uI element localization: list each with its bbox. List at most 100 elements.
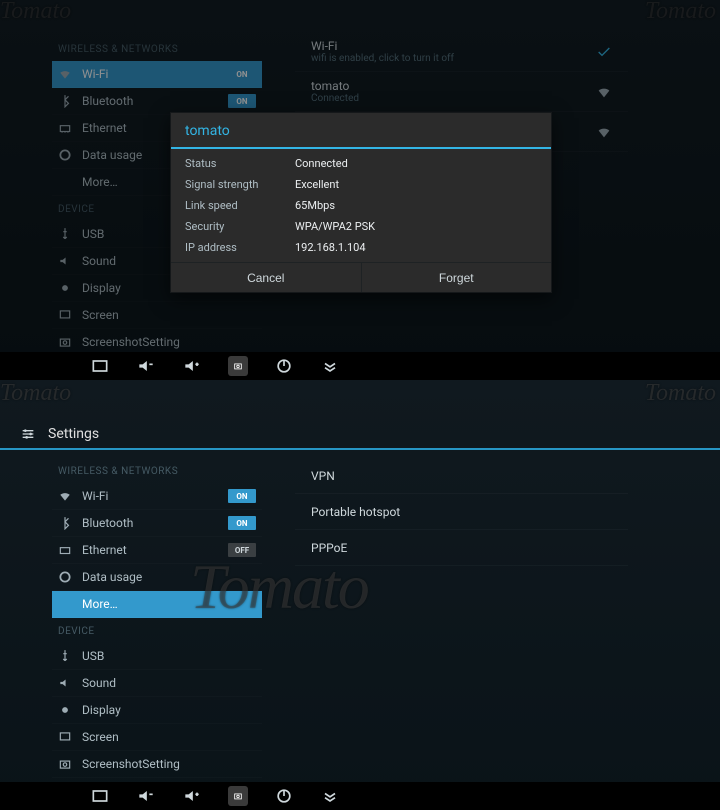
watermark: Tomato — [645, 0, 716, 25]
sidebar-item-usb[interactable]: USB — [52, 643, 262, 670]
data-usage-icon — [58, 570, 72, 584]
sidebar-item-label: Screen — [82, 730, 119, 744]
sidebar-item-label: Bluetooth — [82, 94, 133, 108]
sidebar-item-label: Bluetooth — [82, 516, 133, 530]
sidebar-item-screen[interactable]: Screen — [52, 302, 262, 329]
sidebar-item-bluetooth[interactable]: Bluetooth ON — [52, 88, 262, 115]
display-icon — [58, 703, 72, 717]
screenshot-icon[interactable] — [228, 786, 248, 806]
recent-apps-icon[interactable] — [90, 356, 110, 376]
sidebar-item-sound[interactable]: Sound — [52, 670, 262, 697]
wifi-row-sub: Connected — [311, 93, 359, 104]
wifi-details-dialog: tomato Status Connected Signal strength … — [170, 112, 552, 293]
more-settings-list: VPN Portable hotspot PPPoE — [295, 458, 628, 566]
wifi-network-row[interactable]: tomato Connected — [295, 72, 628, 112]
sidebar-item-label: Ethernet — [82, 121, 127, 135]
sidebar-item-label: Display — [82, 703, 121, 717]
dialog-key: Security — [185, 220, 295, 233]
dialog-key: Status — [185, 157, 295, 170]
more-row-vpn[interactable]: VPN — [295, 458, 628, 494]
screenshot-icon[interactable] — [228, 356, 248, 376]
more-row-title: Portable hotspot — [311, 505, 400, 519]
screen-icon — [58, 730, 72, 744]
sidebar-item-wifi[interactable]: Wi-Fi ON — [52, 61, 262, 88]
dialog-body: Status Connected Signal strength Excelle… — [171, 149, 551, 262]
forget-button[interactable]: Forget — [362, 263, 552, 292]
sidebar-item-label: Wi-Fi — [82, 67, 108, 81]
action-bar: Settings — [0, 420, 720, 450]
sidebar-item-label: Wi-Fi — [82, 489, 108, 503]
sidebar-item-label: ScreenshotSetting — [82, 757, 180, 771]
volume-down-icon[interactable] — [136, 786, 156, 806]
sound-icon — [58, 676, 72, 690]
power-icon[interactable] — [274, 356, 294, 376]
sidebar-item-label: USB — [82, 227, 104, 241]
check-icon — [596, 44, 612, 60]
sidebar-item-label: Ethernet — [82, 543, 127, 557]
camera-icon — [58, 757, 72, 771]
sidebar-item-bluetooth[interactable]: Bluetooth ON — [52, 510, 262, 537]
sidebar-item-more[interactable]: More… — [52, 591, 262, 618]
section-device-header: DEVICE — [52, 618, 262, 643]
dialog-row-ip: IP address 192.168.1.104 — [171, 237, 551, 258]
bluetooth-icon — [58, 94, 72, 108]
usb-icon — [58, 227, 72, 241]
sidebar-item-screenshot[interactable]: ScreenshotSetting — [52, 751, 262, 778]
more-row-pppoe[interactable]: PPPoE — [295, 530, 628, 566]
sidebar-item-label: Data usage — [82, 570, 142, 584]
bluetooth-toggle[interactable]: ON — [228, 516, 256, 530]
volume-down-icon[interactable] — [136, 356, 156, 376]
wifi-toggle[interactable]: ON — [228, 67, 256, 81]
sliders-icon — [20, 426, 36, 442]
bluetooth-icon — [58, 516, 72, 530]
recent-apps-icon[interactable] — [90, 786, 110, 806]
dialog-val: Connected — [295, 157, 348, 170]
dialog-row-security: Security WPA/WPA2 PSK — [171, 216, 551, 237]
system-nav-bar — [0, 782, 720, 810]
expand-icon[interactable] — [320, 786, 340, 806]
wifi-toggle[interactable]: ON — [228, 489, 256, 503]
ethernet-toggle[interactable]: OFF — [228, 543, 256, 557]
ethernet-icon — [58, 543, 72, 557]
sidebar-item-label: Screen — [82, 308, 119, 322]
dialog-key: Signal strength — [185, 178, 295, 191]
volume-up-icon[interactable] — [182, 356, 202, 376]
camera-icon — [58, 335, 72, 349]
sidebar-item-screen[interactable]: Screen — [52, 724, 262, 751]
settings-sidebar: WIRELESS & NETWORKS Wi-Fi ON Bluetooth O… — [52, 458, 262, 805]
section-wireless-header: WIRELESS & NETWORKS — [52, 36, 262, 61]
sidebar-item-label: ScreenshotSetting — [82, 335, 180, 349]
power-icon[interactable] — [274, 786, 294, 806]
dialog-title: tomato — [171, 113, 551, 149]
volume-up-icon[interactable] — [182, 786, 202, 806]
dialog-key: Link speed — [185, 199, 295, 212]
sound-icon — [58, 254, 72, 268]
wifi-row-sub: wifi is enabled, click to turn it off — [311, 53, 454, 64]
sidebar-item-label: USB — [82, 649, 104, 663]
screen-icon — [58, 308, 72, 322]
wifi-row-title: tomato — [311, 79, 359, 93]
sidebar-item-label: Sound — [82, 254, 116, 268]
watermark: Tomato — [645, 380, 716, 407]
more-row-hotspot[interactable]: Portable hotspot — [295, 494, 628, 530]
blank-icon — [58, 175, 72, 189]
cancel-button[interactable]: Cancel — [171, 263, 362, 292]
sidebar-item-label: Data usage — [82, 148, 142, 162]
sidebar-item-display[interactable]: Display — [52, 697, 262, 724]
section-wireless-header: WIRELESS & NETWORKS — [52, 458, 262, 483]
expand-icon[interactable] — [320, 356, 340, 376]
display-icon — [58, 281, 72, 295]
dialog-key: IP address — [185, 241, 295, 254]
dialog-val: Excellent — [295, 178, 339, 191]
ethernet-icon — [58, 121, 72, 135]
wifi-row-title: Wi-Fi — [311, 39, 454, 53]
sidebar-item-label: Sound — [82, 676, 116, 690]
wifi-master-row[interactable]: Wi-Fi wifi is enabled, click to turn it … — [295, 32, 628, 72]
bluetooth-toggle[interactable]: ON — [228, 94, 256, 108]
sidebar-item-ethernet[interactable]: Ethernet OFF — [52, 537, 262, 564]
sidebar-item-wifi[interactable]: Wi-Fi ON — [52, 483, 262, 510]
dialog-row-linkspeed: Link speed 65Mbps — [171, 195, 551, 216]
blank-icon — [58, 597, 72, 611]
sidebar-item-data-usage[interactable]: Data usage — [52, 564, 262, 591]
watermark: Tomato — [0, 0, 71, 25]
